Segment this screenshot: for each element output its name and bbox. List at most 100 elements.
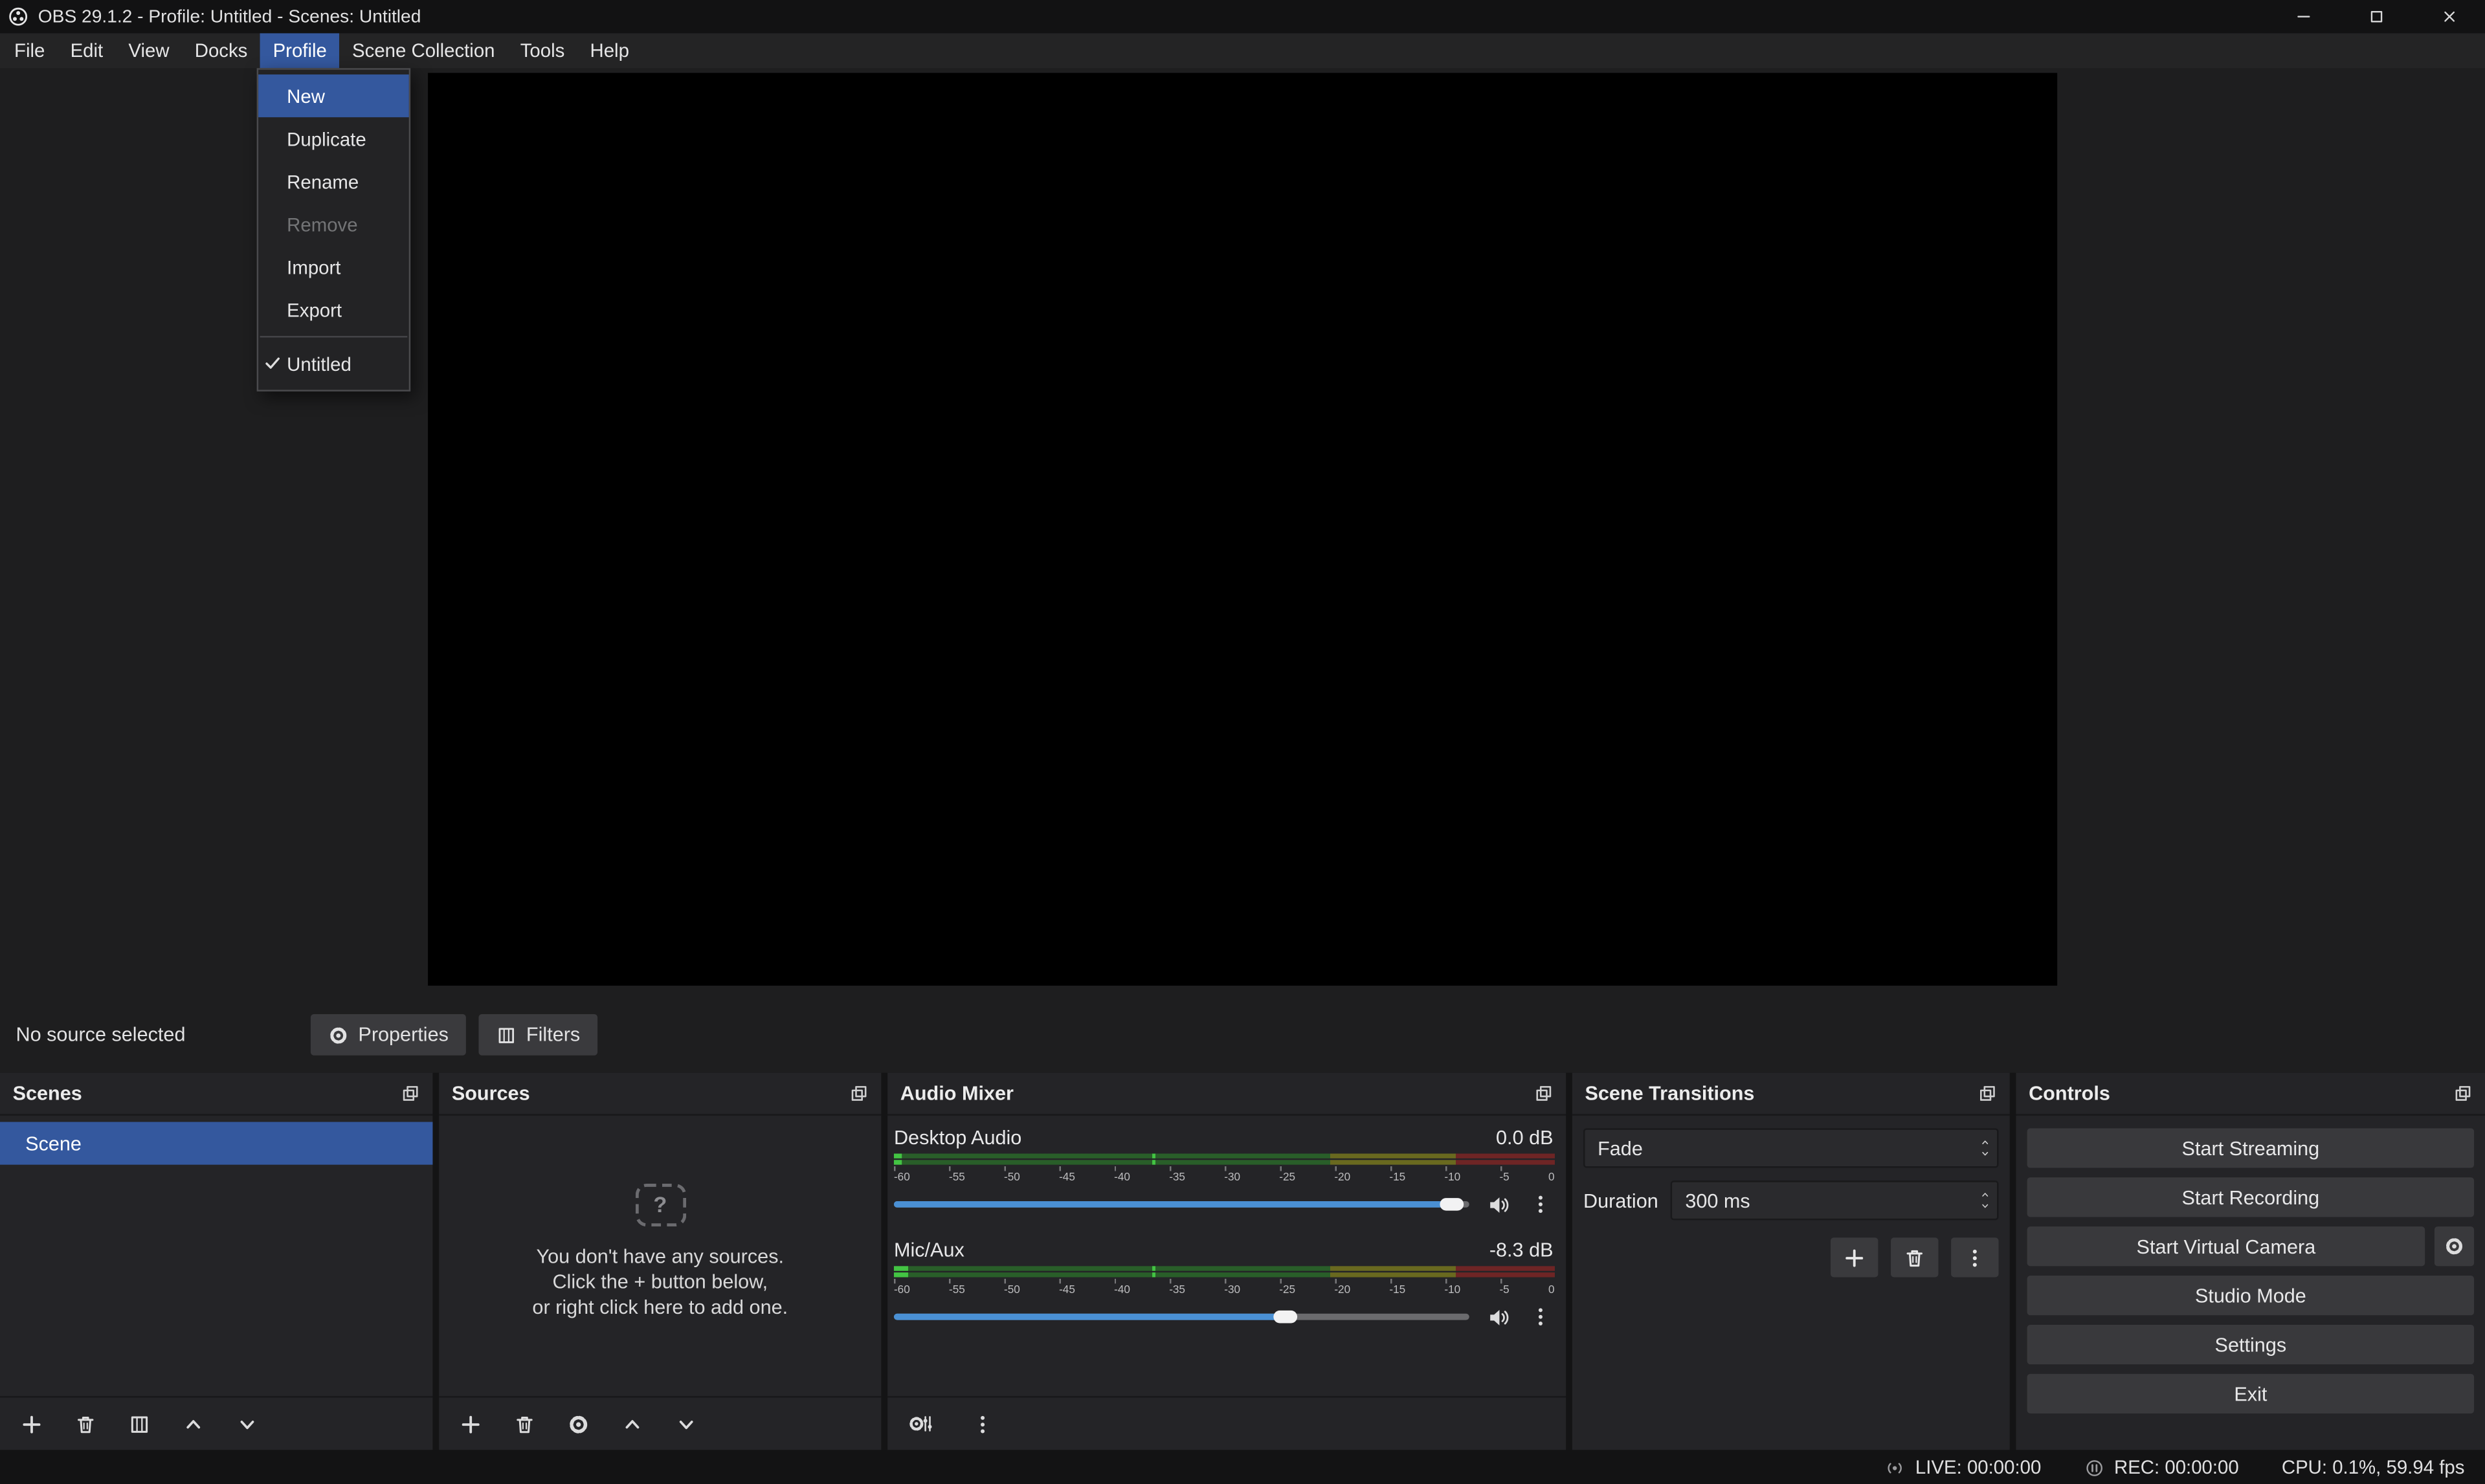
minimize-button[interactable] [2266,0,2339,33]
menu-help[interactable]: Help [577,33,642,68]
scale-tick: -25 [1279,1285,1295,1296]
volume-meter [894,1266,1555,1270]
popout-icon[interactable] [849,1084,868,1103]
menu-docks[interactable]: Docks [182,33,260,68]
virtual-camera-config-button[interactable] [2435,1226,2474,1266]
duration-spinbox[interactable]: 300 ms [1671,1180,1998,1220]
sources-dock-header[interactable]: Sources [439,1073,881,1116]
profile-menu-export[interactable]: Export [258,289,409,331]
start-recording-button[interactable]: Start Recording [2027,1177,2474,1217]
volume-slider[interactable] [894,1306,1469,1328]
sources-toolbar [439,1396,881,1450]
add-transition-button[interactable] [1831,1237,1878,1277]
channel-menu-button[interactable] [1526,1303,1555,1331]
controls-dock: Controls Start Streaming Start Recording… [2016,1073,2485,1450]
transition-select[interactable]: Fade [1583,1128,1999,1168]
profile-name-label: Untitled [287,353,351,375]
scale-tick: -55 [949,1285,965,1296]
live-time: LIVE: 00:00:00 [1915,1456,2041,1478]
menu-tools[interactable]: Tools [507,33,577,68]
minimize-icon [2294,8,2312,25]
maximize-button[interactable] [2339,0,2413,33]
mute-button[interactable] [1484,1303,1512,1331]
slider-handle[interactable] [1273,1311,1297,1323]
scale-tick: -5 [1499,1285,1509,1296]
scale-tick: -40 [1114,1173,1130,1184]
broadcast-icon [1885,1457,1906,1478]
menu-file[interactable]: File [1,33,58,68]
audio-mixer-dock-header[interactable]: Audio Mixer [887,1073,1566,1116]
studio-mode-button[interactable]: Studio Mode [2027,1276,2474,1315]
scenes-dock-header[interactable]: Scenes [0,1073,432,1116]
profile-menu-import[interactable]: Import [258,246,409,289]
source-properties-button[interactable] [563,1408,594,1439]
start-streaming-button[interactable]: Start Streaming [2027,1128,2474,1168]
sources-dock: Sources You don't have any sources. Clic… [439,1073,881,1450]
source-down-button[interactable] [671,1408,702,1439]
popout-icon[interactable] [1978,1084,1997,1103]
volume-slider[interactable] [894,1193,1469,1215]
source-up-button[interactable] [616,1408,648,1439]
add-source-button[interactable] [455,1408,487,1439]
audio-mixer-dock: Audio Mixer Desktop Audio 0.0 dB -60 [887,1073,1566,1450]
channel-level: -8.3 dB [1489,1239,1554,1261]
filters-button[interactable]: Filters [478,1014,597,1056]
volume-meter [894,1160,1555,1164]
mixer-toolbar [887,1396,1566,1450]
question-icon [635,1183,685,1226]
screen: OBS 29.1.2 - Profile: Untitled - Scenes:… [0,0,2485,1484]
profile-menu: New Duplicate Rename Remove Import Expor… [257,68,411,391]
close-button[interactable] [2413,0,2485,33]
properties-button[interactable]: Properties [311,1014,466,1056]
profile-menu-new[interactable]: New [258,74,409,117]
duration-label: Duration [1583,1190,1658,1212]
start-virtual-camera-button[interactable]: Start Virtual Camera [2027,1226,2425,1266]
profile-menu-duplicate[interactable]: Duplicate [258,117,409,160]
volume-meter [894,1154,1555,1158]
profile-menu-rename[interactable]: Rename [258,160,409,203]
menu-profile[interactable]: Profile [260,33,339,68]
popout-icon[interactable] [2453,1084,2472,1103]
record-pause-icon [2084,1457,2104,1478]
scene-up-button[interactable] [177,1408,209,1439]
slider-handle[interactable] [1440,1198,1464,1211]
remove-source-button[interactable] [509,1408,540,1439]
channel-menu-button[interactable] [1526,1190,1555,1219]
scene-transitions-dock: Scene Transitions Fade Duration [1572,1073,2010,1450]
scene-down-button[interactable] [231,1408,263,1439]
scene-list-item[interactable]: Scene [0,1122,432,1165]
menu-scene-collection[interactable]: Scene Collection [339,33,507,68]
mute-button[interactable] [1484,1190,1512,1219]
menu-edit[interactable]: Edit [58,33,116,68]
empty-state-text: Click the + button below, [552,1268,768,1294]
remove-transition-button[interactable] [1891,1237,1938,1277]
transitions-dock-header[interactable]: Scene Transitions [1572,1073,2010,1116]
no-source-label: No source selected [16,1024,185,1046]
remove-scene-button[interactable] [70,1408,102,1439]
sources-empty-state[interactable]: You don't have any sources. Click the + … [439,1116,881,1396]
add-scene-button[interactable] [16,1408,47,1439]
exit-button[interactable]: Exit [2027,1374,2474,1413]
popout-icon[interactable] [401,1084,419,1103]
menu-view[interactable]: View [116,33,182,68]
mixer-menu-button[interactable] [967,1408,999,1439]
transitions-dock-title: Scene Transitions [1585,1082,1755,1104]
controls-dock-header[interactable]: Controls [2016,1073,2485,1116]
advanced-audio-button[interactable] [904,1408,935,1439]
channel-level: 0.0 dB [1496,1127,1553,1149]
popout-icon[interactable] [1534,1084,1553,1103]
scale-tick: -35 [1169,1173,1185,1184]
meter-tickmarks [894,1279,1555,1283]
duration-value: 300 ms [1673,1190,1972,1212]
trash-icon [1904,1246,1926,1268]
scene-filters-button[interactable] [124,1408,155,1439]
scale-tick: -15 [1389,1173,1405,1184]
settings-button[interactable]: Settings [2027,1325,2474,1364]
profile-menu-remove: Remove [258,203,409,245]
transition-properties-button[interactable] [1951,1237,1998,1277]
profile-menu-untitled[interactable]: Untitled [258,342,409,385]
scale-tick: -20 [1334,1285,1350,1296]
scale-tick: -10 [1444,1285,1460,1296]
preview-canvas[interactable] [428,73,2057,986]
gear-icon [328,1024,349,1045]
